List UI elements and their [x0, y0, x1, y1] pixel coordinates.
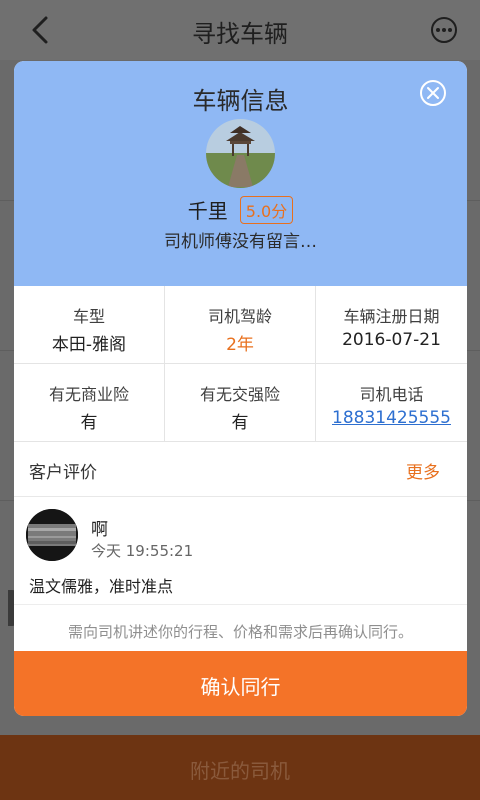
- nearby-drivers-label: 附近的司机: [190, 759, 290, 783]
- reviewer-name: 啊: [91, 520, 108, 540]
- notice-text: 需向司机讲述你的行程、价格和需求后再确认同行。: [67, 623, 413, 641]
- info-cell-driver-phone: 司机电话 18831425555: [316, 364, 467, 442]
- info-label: 有无商业险: [48, 385, 129, 404]
- review-item: 啊 今天 19:55:21 温文儒雅，准时准点: [14, 497, 467, 604]
- reviews-header: 客户评价 更多: [14, 442, 467, 497]
- info-cell-driving-years: 司机驾龄 2年: [165, 286, 316, 364]
- info-cell-compulsory-insurance: 有无交强险 有: [165, 364, 316, 442]
- bottom-bar[interactable]: 附近的司机: [0, 735, 480, 800]
- review-time: 今天 19:55:21: [91, 542, 194, 560]
- info-label: 车型: [72, 307, 105, 326]
- dialog-header: 车辆信息 千里 5.0分 司机师傅没有留言…: [14, 61, 467, 286]
- divider: [14, 604, 467, 605]
- reviews-more-link[interactable]: 更多: [406, 458, 440, 483]
- info-label: 车辆注册日期: [343, 307, 440, 326]
- info-cell-registration-date: 车辆注册日期 2016-07-21: [316, 286, 467, 364]
- dialog-title: 车辆信息: [192, 87, 289, 115]
- vehicle-info-grid: 车型 本田-雅阁 司机驾龄 2年 车辆注册日期 2016-07-21 有无商业险…: [14, 286, 467, 442]
- info-cell-commercial-insurance: 有无商业险 有: [14, 364, 165, 442]
- driver-avatar: [206, 119, 275, 188]
- info-value: 2年: [226, 335, 254, 355]
- driver-name: 千里: [187, 199, 228, 223]
- info-value: 有: [231, 413, 249, 433]
- more-dots-icon[interactable]: [430, 16, 458, 44]
- page-title: 寻找车辆: [192, 20, 288, 48]
- info-value: 有: [80, 413, 98, 433]
- info-value: 2016-07-21: [342, 330, 441, 350]
- info-value: 本田-雅阁: [51, 335, 127, 355]
- info-label: 有无交强险: [199, 385, 280, 404]
- reviewer-avatar: [26, 509, 78, 561]
- info-cell-car-model: 车型 本田-雅阁: [14, 286, 165, 364]
- close-icon[interactable]: [419, 79, 447, 107]
- driver-message: 司机师傅没有留言…: [164, 232, 317, 252]
- confirm-ride-button[interactable]: 确认同行: [14, 651, 467, 716]
- review-text: 温文儒雅，准时准点: [29, 577, 174, 596]
- info-label: 司机驾龄: [207, 307, 272, 326]
- rating-badge: 5.0分: [239, 195, 294, 224]
- driver-phone-link[interactable]: 18831425555: [316, 408, 467, 428]
- reviews-title: 客户评价: [29, 463, 97, 483]
- info-label: 司机电话: [359, 385, 424, 404]
- confirm-ride-label: 确认同行: [200, 675, 281, 699]
- driver-info-row: 千里 5.0分: [14, 195, 467, 224]
- vehicle-info-dialog: 车辆信息 千里 5.0分 司机师傅没有留言… 车型 本田-雅阁 司机驾龄 2年 …: [14, 61, 467, 716]
- top-bar: 寻找车辆: [0, 0, 480, 60]
